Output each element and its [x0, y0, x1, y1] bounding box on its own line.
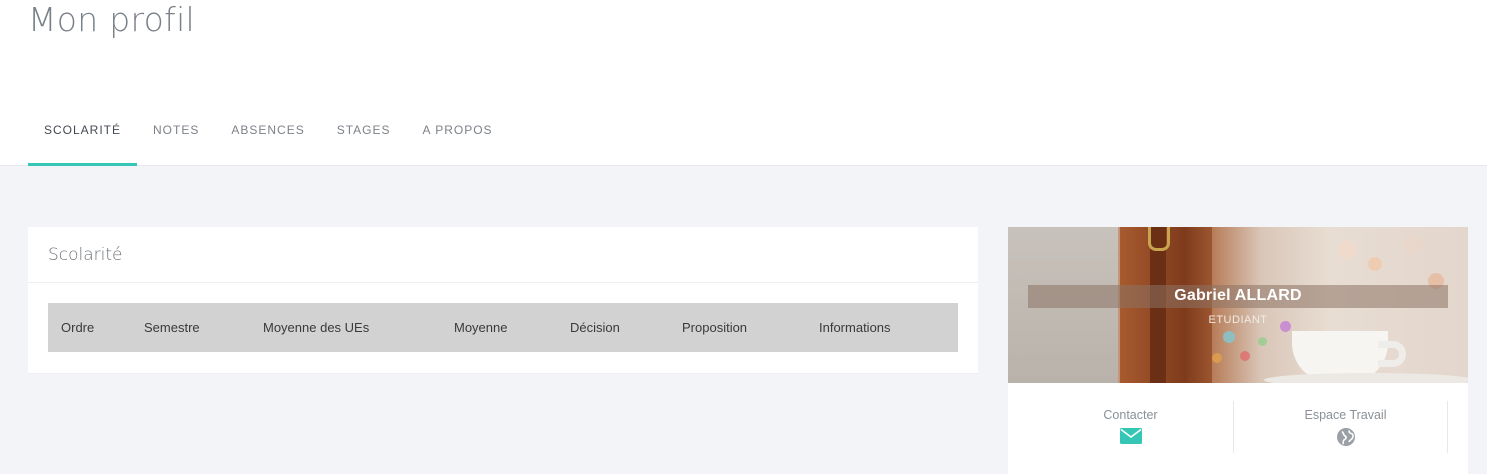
column-header-proposition[interactable]: Proposition: [682, 303, 747, 352]
profile-cover-image: Gabriel ALLARD ETUDIANT: [1008, 227, 1468, 383]
profile-actions: Contacter Espace Travail: [1008, 383, 1468, 474]
profile-name: Gabriel ALLARD: [1174, 287, 1302, 304]
column-header-semestre[interactable]: Semestre: [144, 303, 200, 352]
card-divider: [28, 282, 978, 283]
column-header-informations[interactable]: Informations: [819, 303, 891, 352]
tab-scolarite[interactable]: SCOLARITÉ: [28, 112, 138, 166]
column-header-ordre[interactable]: Ordre: [61, 303, 94, 352]
column-header-decision[interactable]: Décision: [570, 303, 620, 352]
profile-tabs: SCOLARITÉ NOTES ABSENCES STAGES A PROPOS: [28, 112, 509, 166]
scolarite-table-header: Ordre Semestre Moyenne des UEs Moyenne D…: [48, 303, 958, 352]
column-header-moyenne-ues[interactable]: Moyenne des UEs: [263, 303, 369, 352]
tab-stages[interactable]: STAGES: [321, 112, 407, 166]
contact-label: Contacter: [1103, 408, 1158, 422]
page-title: Mon profil: [28, 0, 196, 39]
column-header-moyenne[interactable]: Moyenne: [454, 303, 507, 352]
globe-icon: [1336, 428, 1355, 446]
tab-notes[interactable]: NOTES: [137, 112, 215, 166]
workspace-button[interactable]: Espace Travail: [1233, 400, 1458, 454]
page-header: Mon profil SCOLARITÉ NOTES ABSENCES STAG…: [0, 0, 1487, 166]
envelope-icon: [1119, 428, 1142, 444]
tab-absences[interactable]: ABSENCES: [215, 112, 320, 166]
card-title: Scolarité: [48, 245, 123, 265]
tab-a-propos[interactable]: A PROPOS: [407, 112, 509, 166]
contact-button[interactable]: Contacter: [1018, 400, 1243, 454]
profile-card: Gabriel ALLARD ETUDIANT Contacter Espace…: [1008, 227, 1468, 474]
scolarite-card: Scolarité Ordre Semestre Moyenne des UEs…: [28, 227, 978, 374]
workspace-label: Espace Travail: [1304, 408, 1387, 422]
profile-role: ETUDIANT: [1208, 314, 1268, 326]
action-separator-right: [1447, 401, 1448, 453]
